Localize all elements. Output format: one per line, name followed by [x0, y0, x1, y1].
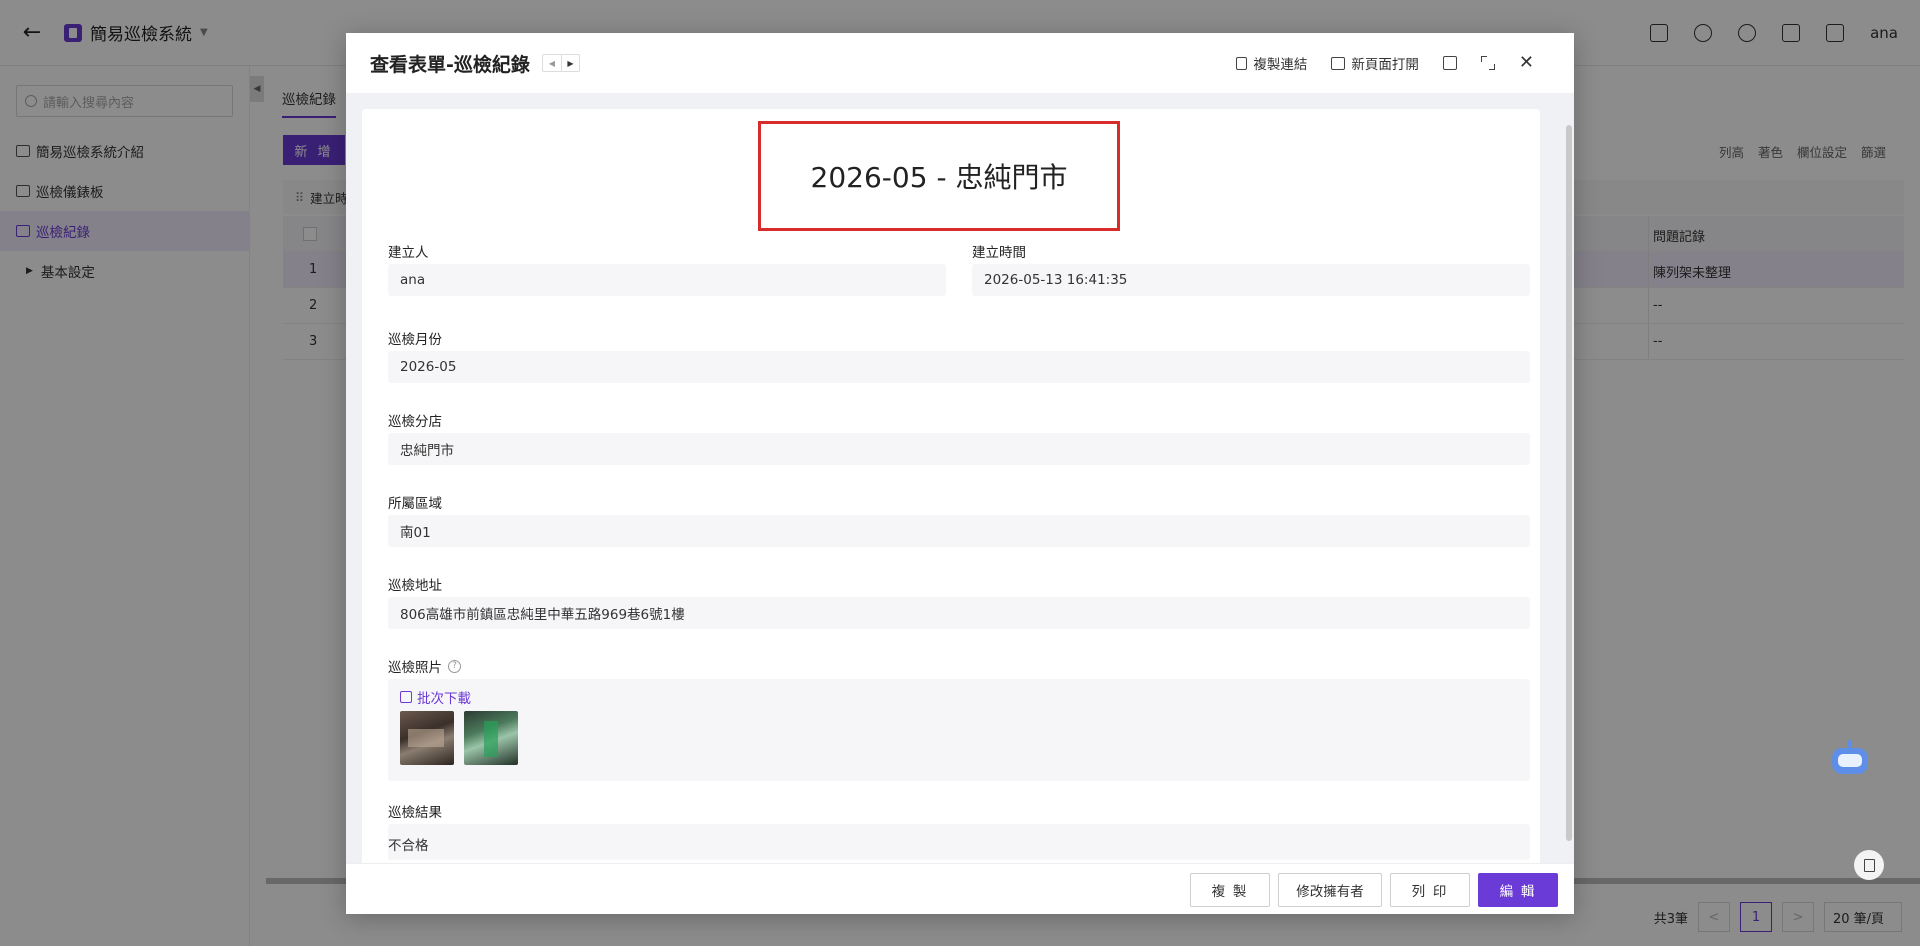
store-label: 巡檢分店	[388, 414, 442, 430]
photos-label: 巡檢照片 ?	[388, 656, 461, 676]
modal-footer: 複 製 修改擁有者 列 印 編 輯	[346, 863, 1574, 914]
created-time-label: 建立時間	[972, 245, 1026, 261]
batch-download-label: 批次下載	[417, 691, 471, 707]
next-record-icon[interactable]: ▶	[560, 55, 579, 71]
record-title-highlight: 2026-05 - 忠純門市	[758, 121, 1120, 231]
prev-record-icon[interactable]: ◀	[543, 55, 561, 71]
photos-label-text: 巡檢照片	[388, 660, 442, 676]
change-owner-button[interactable]: 修改擁有者	[1278, 873, 1382, 907]
edit-button[interactable]: 編 輯	[1478, 873, 1558, 907]
record-title: 2026-05 - 忠純門市	[810, 161, 1068, 194]
month-field: 2026-05	[388, 351, 1530, 383]
modal-title: 查看表單-巡檢紀錄	[370, 53, 530, 76]
robot-assistant-icon[interactable]	[1828, 740, 1872, 784]
side-panel-icon[interactable]	[1442, 56, 1457, 70]
fullscreen-icon[interactable]	[1480, 56, 1495, 70]
creator-label: 建立人	[388, 245, 429, 261]
modal-actions: 複製連結 新頁面打開 ✕	[1236, 33, 1534, 93]
copy-button[interactable]: 複 製	[1190, 873, 1270, 907]
robot-antenna	[1848, 740, 1852, 748]
photo-thumbnail[interactable]	[464, 711, 518, 765]
photo-thumbnail[interactable]	[400, 711, 454, 765]
download-icon	[400, 691, 412, 703]
document-fab-button[interactable]	[1854, 850, 1884, 880]
creator-field: ana	[388, 264, 946, 296]
modal-header: 查看表單-巡檢紀錄 ◀ ▶ 複製連結 新頁面打開 ✕	[346, 33, 1574, 93]
external-link-icon	[1331, 56, 1346, 70]
month-label: 巡檢月份	[388, 332, 442, 348]
result-field	[388, 824, 1530, 860]
result-value: 不合格	[388, 838, 429, 854]
open-new-page-button[interactable]: 新頁面打開	[1331, 53, 1419, 73]
copy-icon	[1236, 56, 1248, 70]
copy-link-label: 複製連結	[1253, 57, 1308, 73]
document-icon	[1863, 858, 1875, 872]
created-time-field: 2026-05-13 16:41:35	[972, 264, 1530, 296]
help-icon[interactable]: ?	[448, 659, 461, 673]
photos-field: 批次下載	[388, 679, 1530, 781]
form-card: 2026-05 - 忠純門市 建立人 ana 建立時間 2026-05-13 1…	[362, 109, 1540, 863]
region-field: 南01	[388, 515, 1530, 547]
open-new-label: 新頁面打開	[1351, 57, 1419, 73]
address-label: 巡檢地址	[388, 578, 442, 594]
modal-body: 2026-05 - 忠純門市 建立人 ana 建立時間 2026-05-13 1…	[346, 93, 1574, 863]
region-label: 所屬區域	[388, 496, 442, 512]
batch-download-button[interactable]: 批次下載	[400, 687, 471, 707]
copy-link-button[interactable]: 複製連結	[1236, 53, 1307, 73]
address-field: 806高雄市前鎮區忠純里中華五路969巷6號1樓	[388, 597, 1530, 629]
close-icon[interactable]: ✕	[1519, 54, 1534, 72]
print-button[interactable]: 列 印	[1390, 873, 1470, 907]
record-nav: ◀ ▶	[541, 54, 580, 72]
result-label: 巡檢結果	[388, 805, 442, 821]
vertical-scrollbar[interactable]	[1566, 125, 1572, 841]
view-form-modal: 查看表單-巡檢紀錄 ◀ ▶ 複製連結 新頁面打開 ✕ 2026-05 - 忠純門…	[346, 33, 1574, 914]
store-field: 忠純門市	[388, 433, 1530, 465]
robot-face	[1838, 754, 1862, 767]
